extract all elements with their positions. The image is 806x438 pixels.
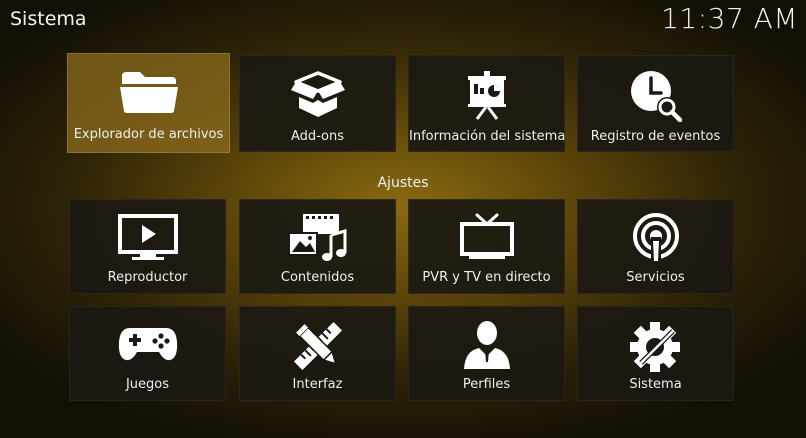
tile-label: Servicios (626, 270, 685, 285)
tile-label: Perfiles (462, 377, 511, 392)
play-screen-icon (70, 213, 225, 261)
tile-add-ons[interactable]: Add-ons (239, 55, 396, 152)
tile-system[interactable]: Sistema (577, 306, 734, 401)
tile-profiles[interactable]: Perfiles (408, 306, 565, 401)
tile-label: Información del sistema (409, 129, 566, 144)
tile-label: Explorador de archivos (73, 127, 224, 142)
tile-label: Juegos (125, 377, 170, 392)
gamepad-icon (70, 320, 225, 366)
tile-file-explorer[interactable]: Explorador de archivos (67, 53, 230, 153)
tile-event-log[interactable]: Registro de eventos (577, 55, 734, 152)
user-profile-icon (409, 320, 564, 370)
tv-icon (409, 213, 564, 261)
tile-label: Interfaz (292, 377, 343, 392)
box-icon (240, 70, 395, 120)
tile-label: Reproductor (107, 270, 188, 285)
presentation-icon (409, 70, 564, 120)
pencil-ruler-icon (240, 320, 395, 372)
clock: 11:37 AM (661, 2, 798, 35)
tile-system-info[interactable]: Información del sistema (408, 55, 565, 152)
gear-tools-icon (578, 320, 733, 374)
tile-pvr-tv[interactable]: PVR y TV en directo (408, 199, 565, 294)
tile-label: Contenidos (280, 270, 355, 285)
broadcast-icon (578, 213, 733, 265)
section-title: Ajustes (377, 175, 429, 191)
tile-games[interactable]: Juegos (69, 306, 226, 401)
tile-label: Sistema (629, 377, 682, 392)
folder-icon (68, 68, 229, 114)
tile-label: PVR y TV en directo (422, 270, 551, 285)
page-title: Sistema (10, 8, 87, 30)
media-library-icon (240, 213, 395, 263)
tile-interface[interactable]: Interfaz (239, 306, 396, 401)
tile-services[interactable]: Servicios (577, 199, 734, 294)
tile-label: Add-ons (290, 129, 345, 144)
clock-search-icon (578, 70, 733, 122)
tile-label: Registro de eventos (590, 129, 721, 144)
tile-player[interactable]: Reproductor (69, 199, 226, 294)
tile-media[interactable]: Contenidos (239, 199, 396, 294)
